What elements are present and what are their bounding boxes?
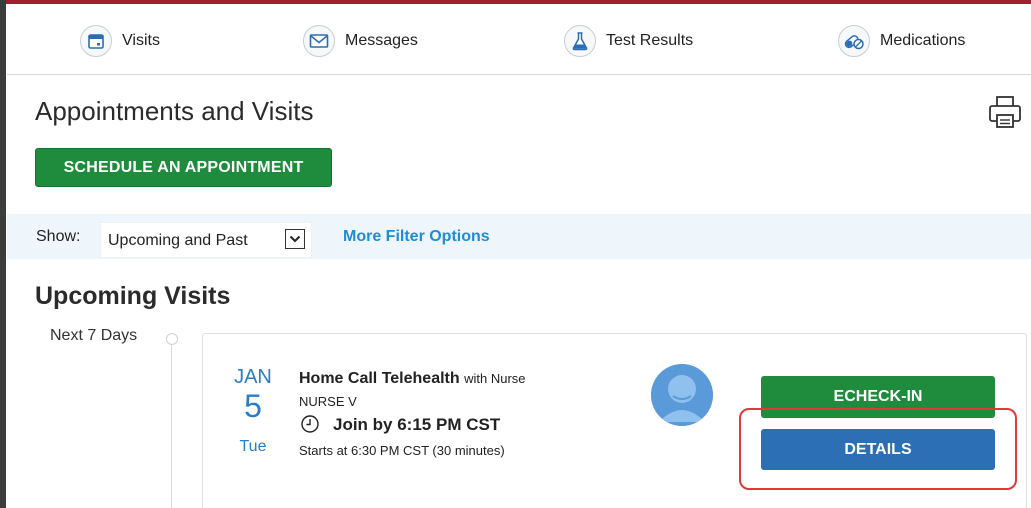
top-nav: Visits Messages Test Results Medications: [0, 12, 1031, 72]
visit-type: Home Call Telehealth with Nurse: [299, 370, 526, 388]
timeline-dot: [166, 333, 178, 345]
join-by-time: Join by 6:15 PM CST: [333, 415, 501, 434]
visit-type-name: Home Call Telehealth: [299, 370, 460, 387]
flask-icon: [564, 25, 596, 57]
chevron-down-icon[interactable]: [285, 229, 305, 249]
nav-item-medications[interactable]: Medications: [838, 25, 965, 57]
visit-date-day: 5: [244, 388, 262, 424]
upcoming-visits-heading: Upcoming Visits: [35, 282, 231, 310]
schedule-appointment-button[interactable]: SCHEDULE AN APPOINTMENT: [35, 148, 332, 187]
nav-label-visits: Visits: [122, 32, 160, 49]
page-title: Appointments and Visits: [35, 96, 314, 126]
nav-divider: [7, 74, 1031, 75]
visit-date-weekday: Tue: [239, 438, 267, 455]
nav-item-visits[interactable]: Visits: [80, 25, 160, 57]
nav-item-messages[interactable]: Messages: [303, 25, 418, 57]
show-filter-value: Upcoming and Past: [108, 232, 248, 249]
top-accent-bar: [0, 0, 1031, 4]
visit-start-time: Starts at 6:30 PM CST (30 minutes): [299, 443, 505, 458]
printer-icon[interactable]: [985, 93, 1025, 133]
show-label: Show:: [36, 228, 81, 245]
highlight-annotation: [739, 408, 1017, 490]
show-filter-select[interactable]: Upcoming and Past: [100, 222, 312, 258]
visit-provider: NURSE V: [299, 394, 357, 409]
pills-icon: [838, 25, 870, 57]
timeline-group-label: Next 7 Days: [50, 327, 138, 344]
timeline-line: [171, 345, 172, 508]
more-filter-options-link[interactable]: More Filter Options: [343, 228, 490, 246]
nav-label-medications: Medications: [880, 32, 966, 49]
left-border: [0, 0, 6, 508]
avatar: [651, 364, 713, 426]
envelope-icon: [303, 25, 335, 57]
calendar-icon: [80, 25, 112, 57]
visit-date-month: JAN: [234, 366, 272, 388]
clock-icon: [300, 414, 320, 434]
visit-with-text: with Nurse: [464, 371, 526, 386]
nav-label-test-results: Test Results: [606, 32, 694, 49]
nav-label-messages: Messages: [345, 32, 418, 49]
nav-item-test-results[interactable]: Test Results: [564, 25, 693, 57]
